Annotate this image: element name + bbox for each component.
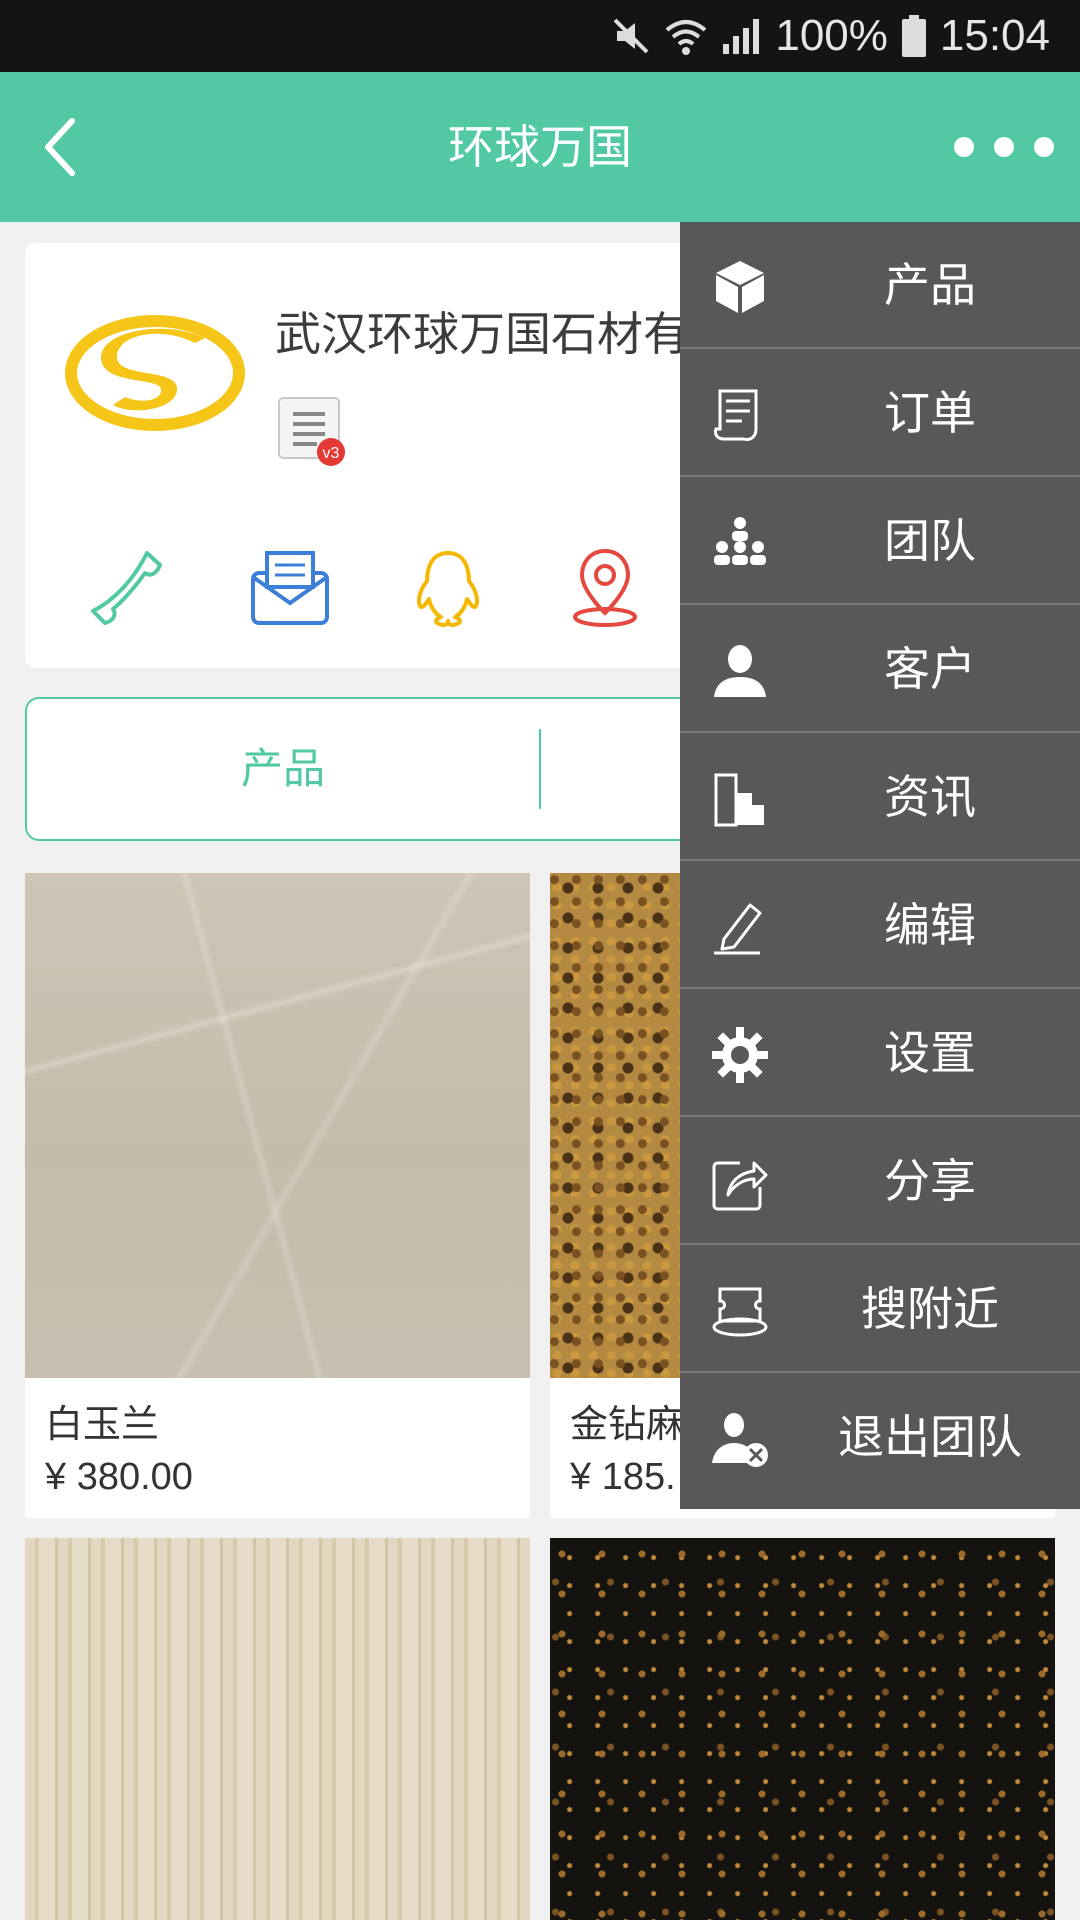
menu-label: 团队 [884,514,976,568]
status-bar: 100% 15:04 [0,0,1080,72]
gear-icon [712,1027,768,1083]
menu-item-edit[interactable]: 编辑 [680,862,1080,989]
page-title: 环球万国 [448,120,632,174]
back-button[interactable] [30,107,110,187]
menu-label: 退出团队 [838,1410,1022,1464]
membership-badge[interactable]: v3 [277,396,347,466]
product-name: 白玉兰 [45,1402,160,1446]
menu-item-team[interactable]: 团队 [680,478,1080,605]
mute-icon [613,18,649,54]
company-name: 武汉环球万国石材有 [275,307,689,361]
product-image [25,873,530,1378]
qq-button[interactable] [403,543,493,633]
more-dot [994,137,1014,157]
person-icon [714,645,766,697]
app-bar: 环球万国 [0,72,1080,222]
menu-item-leave-team[interactable]: 退出团队 [680,1374,1080,1501]
tab-products[interactable]: 产品 [27,699,539,839]
battery-percent: 100% [775,11,888,60]
signal-icon [723,19,760,54]
menu-item-customers[interactable]: 客户 [680,606,1080,733]
product-price: ¥ 380.00 [45,1456,193,1498]
menu-label: 分享 [884,1154,976,1208]
nearby-icon [712,1287,768,1337]
map-pin-icon [573,548,637,627]
menu-label: 设置 [884,1026,976,1080]
phone-button[interactable] [85,543,175,633]
battery-icon [901,15,926,57]
product-image [25,1538,530,1920]
tab-divider [539,729,541,809]
menu-label: 订单 [884,386,976,440]
building-icon [714,773,764,827]
team-icon [714,517,766,565]
menu-item-share[interactable]: 分享 [680,1118,1080,1245]
location-button[interactable] [560,543,650,633]
menu-item-products[interactable]: 产品 [680,222,1080,349]
product-name: 金钻麻 [570,1402,685,1446]
pencil-icon [714,903,762,955]
menu-label: 客户 [884,642,976,696]
mail-icon [251,551,329,625]
wifi-icon [666,20,707,55]
overflow-menu: 产品 订单 团队 客户 资讯 编辑 设置 分享 搜附近 退出团队 [680,222,1080,1509]
menu-item-news[interactable]: 资讯 [680,734,1080,861]
badge-text: v3 [323,445,340,462]
clock: 15:04 [939,11,1050,60]
more-dot [1034,137,1054,157]
exit-team-icon [712,1413,768,1467]
more-dot [954,137,974,157]
cube-icon [716,261,764,313]
menu-item-settings[interactable]: 设置 [680,990,1080,1117]
share-icon [712,1161,768,1211]
phone-icon [91,551,162,625]
menu-item-orders[interactable]: 订单 [680,350,1080,477]
email-button[interactable] [245,543,335,633]
more-button[interactable] [954,122,1054,172]
menu-label: 搜附近 [861,1282,999,1336]
menu-label: 产品 [884,258,976,312]
document-icon: v3 [278,397,345,466]
qq-penguin-icon [417,551,479,627]
menu-label: 资讯 [884,770,976,824]
product-card[interactable] [550,1538,1055,1920]
menu-item-nearby[interactable]: 搜附近 [680,1246,1080,1373]
product-image [550,1538,1055,1920]
company-logo [65,315,245,431]
menu-label: 编辑 [884,898,976,952]
chevron-left-icon [45,118,75,176]
product-price: ¥ 185. [570,1456,676,1498]
receipt-icon [714,389,758,441]
product-card[interactable]: 白玉兰 ¥ 380.00 [25,873,530,1518]
product-card[interactable] [25,1538,530,1920]
